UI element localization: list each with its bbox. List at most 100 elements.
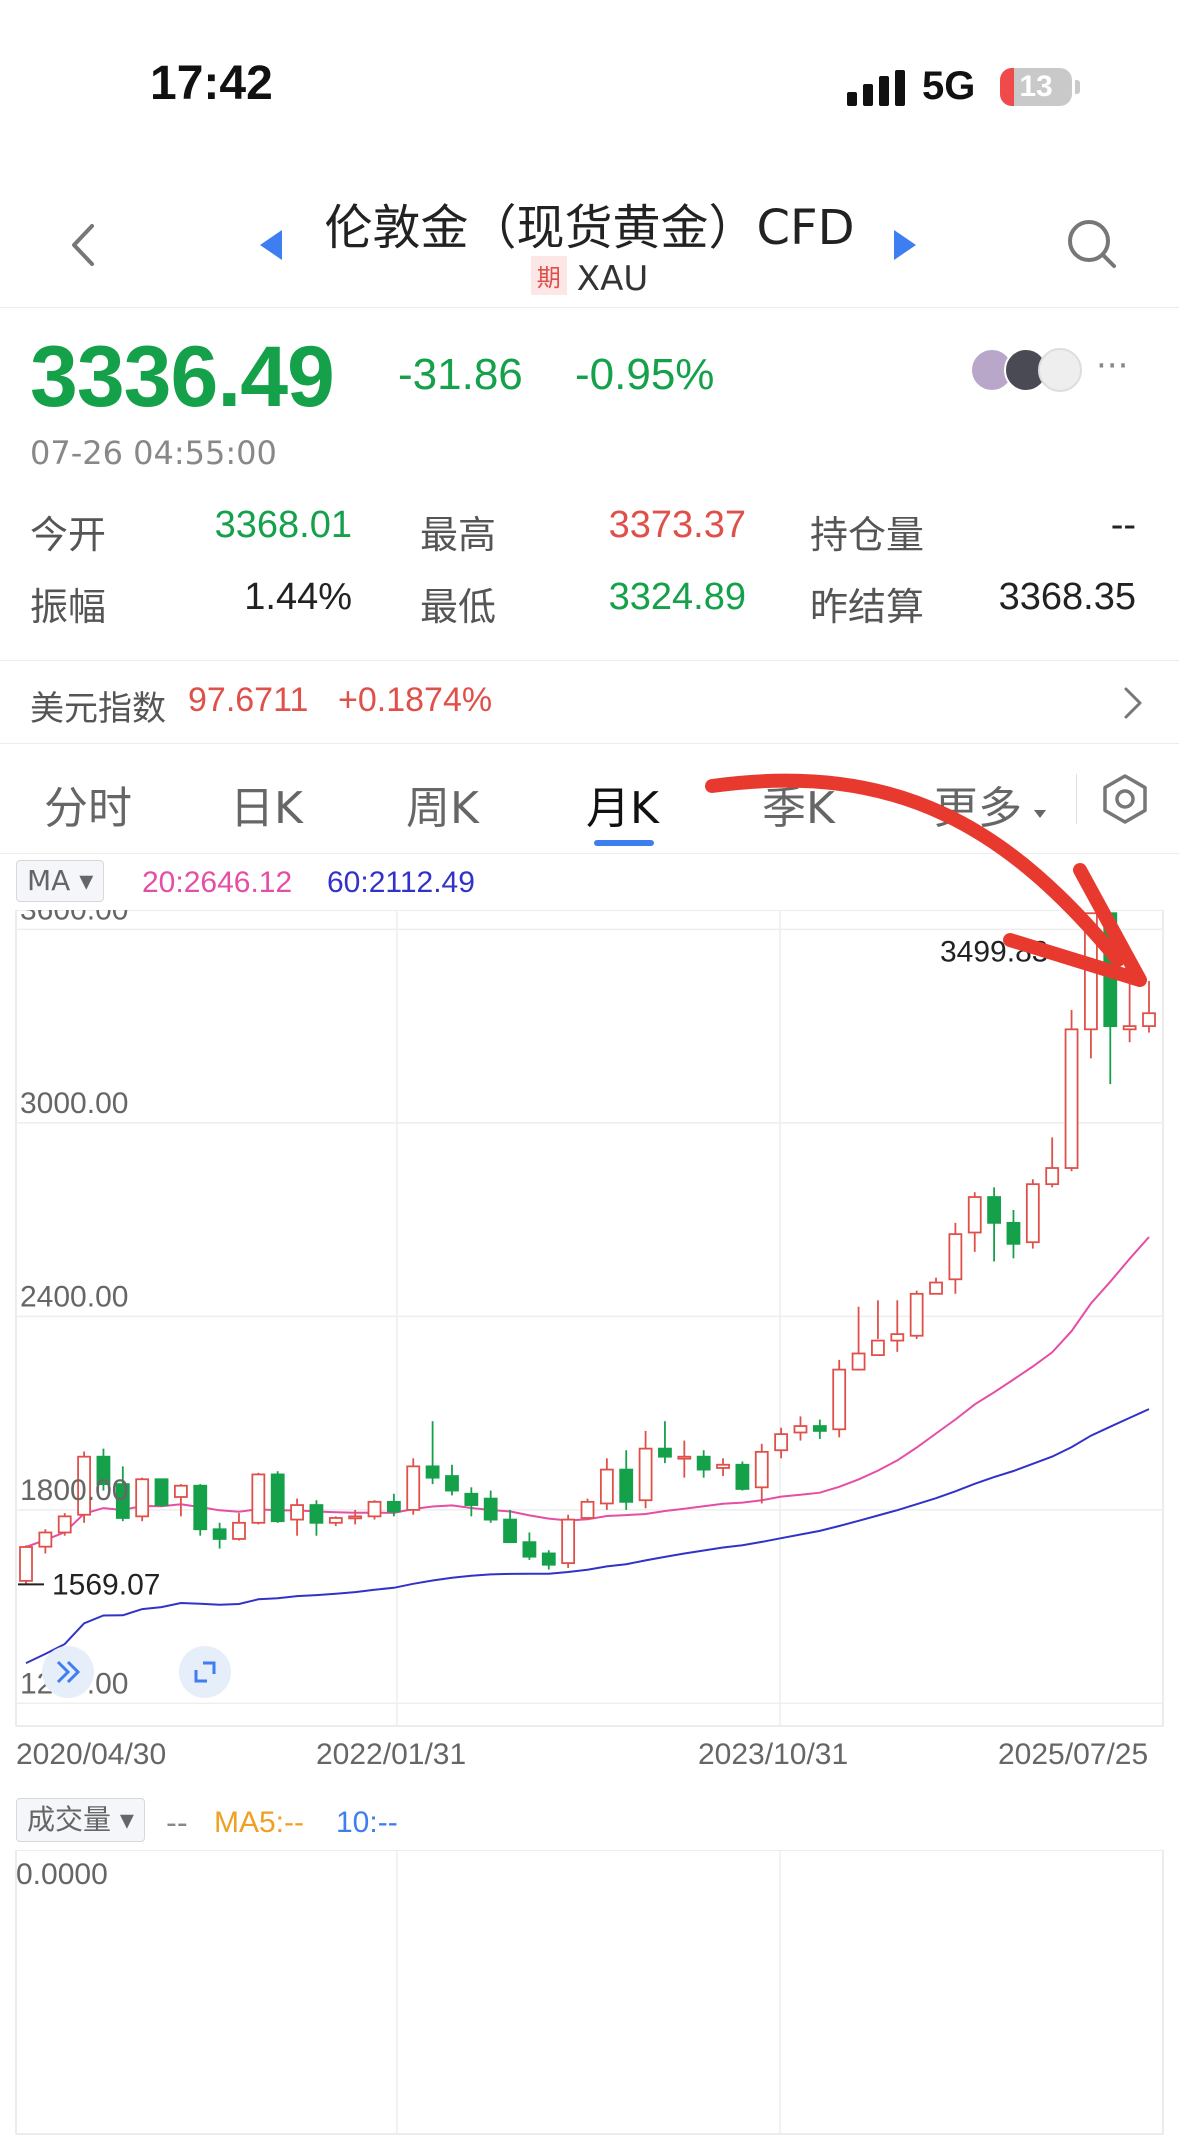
ma60-line	[25, 1408, 1150, 1665]
expand-icon[interactable]	[42, 1646, 94, 1698]
fullscreen-icon[interactable]	[179, 1646, 231, 1698]
divider	[1076, 774, 1077, 824]
usd-index-row[interactable]: 美元指数 97.6711 +0.1874%	[0, 660, 1179, 744]
candle-body	[483, 1497, 498, 1521]
candle-body	[909, 1292, 924, 1337]
price-change: -31.86	[398, 350, 523, 399]
battery-level: 13	[1019, 70, 1053, 103]
chart-tabs: 分时 日K 周K 月K 季K 更多	[0, 744, 1179, 854]
tab-more[interactable]: 更多	[934, 772, 1022, 836]
candle	[1045, 1137, 1060, 1188]
tab-monthly-k[interactable]: 月K	[586, 772, 659, 836]
max-price-label: 3499.83	[940, 935, 1048, 968]
candle	[909, 1290, 924, 1339]
low-label: 最低	[420, 585, 497, 629]
signal-icon	[847, 70, 907, 106]
candle-body	[135, 1478, 150, 1518]
high-value: 3373.37	[608, 504, 746, 546]
candle-body	[290, 1504, 304, 1521]
candle-body	[154, 1478, 169, 1506]
candle-body	[173, 1484, 188, 1498]
tab-weekly-k[interactable]: 周K	[406, 772, 479, 836]
candle-body	[967, 1196, 982, 1234]
candle	[774, 1427, 789, 1459]
candle-body	[503, 1518, 517, 1544]
x-tick-label: 2020/04/30	[16, 1738, 167, 1771]
candlestick-chart[interactable]: 3600.003000.002400.001800.001200.003499.…	[0, 910, 1179, 1770]
volume-legend: 成交量 ▾ -- MA5:-- 10:--	[0, 1796, 1179, 1848]
candle-body	[38, 1531, 53, 1548]
candle	[599, 1458, 614, 1510]
page-subtitle: 期 XAU	[0, 256, 1179, 299]
candle	[658, 1421, 672, 1464]
follower-avatars[interactable]	[970, 348, 1090, 394]
dropdown-triangle-icon	[1034, 810, 1046, 818]
volume-chart[interactable]: 0.0000	[0, 1850, 1179, 2140]
search-icon[interactable]	[1064, 216, 1120, 272]
candle-body	[851, 1352, 866, 1371]
candle-body	[696, 1455, 711, 1471]
ma-selector[interactable]: MA ▾	[16, 860, 105, 902]
candle	[232, 1513, 246, 1541]
candle-body	[716, 1463, 730, 1469]
status-bar: 17:42 5G 13	[0, 0, 1179, 170]
candle	[367, 1500, 382, 1520]
candle-body	[522, 1541, 537, 1558]
candle-body	[599, 1468, 614, 1505]
settings-icon[interactable]	[1098, 772, 1152, 826]
candle-body	[948, 1233, 963, 1281]
y-tick-label: 3000.00	[20, 1087, 128, 1120]
candle-body	[754, 1450, 769, 1489]
ma-selector-label: MA	[27, 864, 71, 897]
prev-settle-value: 3368.35	[998, 576, 1136, 618]
candle	[1122, 977, 1137, 1043]
avatar	[1038, 348, 1082, 392]
candle-body	[328, 1517, 343, 1524]
candle-body	[541, 1552, 556, 1566]
tab-quarterly-k[interactable]: 季K	[762, 772, 835, 836]
candle-body	[793, 1425, 808, 1434]
amplitude-label: 振幅	[30, 585, 107, 629]
candle-body	[1064, 1028, 1079, 1169]
candle-body	[232, 1521, 246, 1540]
candle	[212, 1522, 227, 1549]
candle-body	[348, 1515, 363, 1520]
candle-body	[871, 1339, 885, 1356]
candle	[464, 1487, 479, 1517]
candle	[251, 1472, 266, 1525]
candle-body	[57, 1515, 72, 1534]
y-tick-label: 2400.00	[20, 1280, 128, 1313]
candle	[541, 1550, 556, 1570]
tab-daily-k[interactable]: 日K	[230, 772, 303, 836]
volume-selector-label: 成交量	[27, 1803, 112, 1836]
x-tick-label: 2022/01/31	[316, 1738, 467, 1771]
candle	[270, 1471, 285, 1523]
nav-bar: 伦敦金（现货黄金）CFD 期 XAU	[0, 170, 1179, 308]
next-instrument-icon[interactable]	[892, 228, 918, 262]
candle-body	[212, 1528, 227, 1540]
candle-body	[309, 1504, 324, 1524]
candle	[173, 1484, 188, 1517]
candle	[328, 1516, 343, 1527]
candle	[967, 1192, 982, 1252]
candle	[1142, 980, 1156, 1033]
candle-body	[929, 1281, 943, 1295]
volume-ma10: 10:--	[336, 1806, 398, 1839]
candle	[929, 1277, 943, 1295]
open-interest-value: --	[1110, 504, 1136, 546]
candle-body	[19, 1546, 33, 1582]
candle	[193, 1484, 208, 1536]
candle	[19, 1545, 33, 1585]
candle	[890, 1300, 905, 1352]
more-icon[interactable]: ···	[1096, 346, 1128, 386]
page-title: 伦敦金（现货黄金）CFD	[324, 200, 855, 256]
tab-intraday[interactable]: 分时	[44, 772, 132, 836]
volume-selector[interactable]: 成交量 ▾	[16, 1798, 145, 1842]
x-tick-label: 2023/10/31	[698, 1738, 849, 1771]
candle	[1103, 912, 1118, 1085]
candle	[948, 1222, 963, 1294]
candle-body	[890, 1333, 905, 1342]
active-tab-indicator	[594, 840, 654, 846]
candle-body	[367, 1500, 382, 1518]
candle-body	[425, 1465, 440, 1479]
